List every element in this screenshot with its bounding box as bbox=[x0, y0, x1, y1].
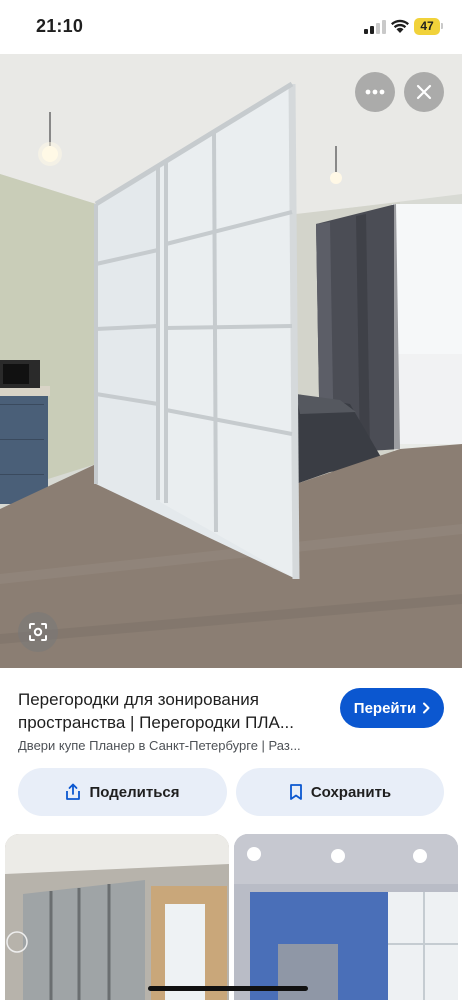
result-title-line-2: пространства | Перегородки ПЛА... bbox=[18, 713, 295, 732]
related-image-1[interactable] bbox=[5, 834, 229, 1000]
result-title-line-1: Перегородки для зонирования bbox=[18, 690, 259, 709]
related-photo-1 bbox=[5, 834, 229, 1000]
more-icon bbox=[365, 89, 385, 95]
chevron-right-icon bbox=[423, 702, 430, 714]
result-source: Двери купе Планер в Санкт-Петербурге | Р… bbox=[18, 738, 301, 753]
battery-tip bbox=[441, 23, 443, 29]
close-button[interactable] bbox=[404, 72, 444, 112]
status-time: 21:10 bbox=[36, 16, 84, 36]
visit-button[interactable]: Перейти bbox=[340, 688, 444, 728]
related-image-2[interactable] bbox=[234, 834, 458, 1000]
share-button[interactable]: Поделиться bbox=[18, 768, 227, 816]
wifi-icon bbox=[390, 17, 410, 35]
more-options-button[interactable] bbox=[355, 72, 395, 112]
lens-search-button[interactable] bbox=[18, 612, 58, 652]
save-button-label: Сохранить bbox=[310, 783, 392, 801]
share-button-label: Поделиться bbox=[89, 783, 180, 801]
room-divider-photo bbox=[0, 54, 462, 668]
save-button[interactable]: Сохранить bbox=[236, 768, 444, 816]
signal-icon bbox=[364, 20, 386, 34]
visit-button-label: Перейти bbox=[353, 699, 417, 717]
home-indicator[interactable] bbox=[148, 986, 308, 991]
share-icon bbox=[66, 783, 81, 800]
close-icon bbox=[416, 84, 432, 100]
status-bar: 21:10 47 bbox=[0, 0, 462, 54]
lens-icon bbox=[29, 623, 47, 641]
related-photo-2 bbox=[234, 834, 458, 1000]
result-title[interactable]: Перегородки для зонирования пространства… bbox=[18, 688, 328, 734]
bookmark-icon bbox=[289, 784, 302, 800]
main-image[interactable] bbox=[0, 54, 462, 668]
battery-icon: 47 bbox=[414, 18, 440, 35]
